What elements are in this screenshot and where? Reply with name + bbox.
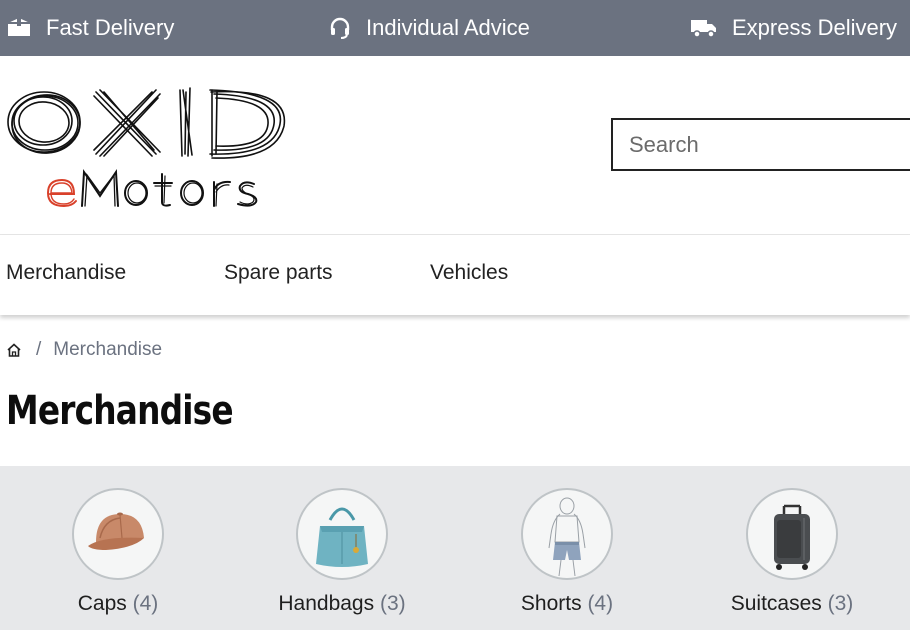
breadcrumb: / Merchandise: [6, 338, 162, 362]
site-logo[interactable]: [4, 80, 294, 210]
nav-item-vehicles[interactable]: Vehicles: [430, 261, 508, 285]
category-image[interactable]: [296, 488, 388, 580]
category-name: Shorts: [520, 592, 582, 615]
category-handbags[interactable]: Handbags (3): [226, 466, 451, 630]
page-title: Merchandise: [6, 388, 234, 434]
handbag-image: [316, 507, 368, 567]
category-image[interactable]: [746, 488, 838, 580]
search-input[interactable]: [613, 120, 910, 169]
category-name: Handbags: [278, 592, 375, 615]
category-count: (4): [587, 592, 614, 615]
category-name: Caps: [77, 592, 127, 615]
category-label[interactable]: Caps (4): [2, 592, 234, 616]
truck-icon: [691, 20, 716, 38]
feature-label: Fast Delivery: [46, 15, 175, 40]
box-icon: [8, 18, 30, 36]
category-label[interactable]: Suitcases (3): [676, 592, 908, 616]
category-strip: Caps (4) Handbags (3) Shorts (4) Suitcas…: [0, 466, 910, 630]
category-label[interactable]: Handbags (3): [226, 592, 458, 616]
category-caps[interactable]: Caps (4): [2, 466, 227, 630]
category-count: (3): [379, 592, 406, 615]
category-shorts[interactable]: Shorts (4): [451, 466, 676, 630]
home-icon[interactable]: [6, 342, 22, 358]
feature-label: Individual Advice: [366, 15, 530, 40]
category-suitcases[interactable]: Suitcases (3): [676, 466, 901, 630]
headset-icon: [330, 17, 350, 39]
breadcrumb-separator: /: [36, 339, 42, 360]
suitcase-image: [774, 504, 810, 570]
shorts-image: [548, 497, 586, 577]
category-image[interactable]: [72, 488, 164, 580]
feature-fast-delivery: Fast Delivery: [6, 0, 174, 56]
category-image[interactable]: [521, 488, 613, 580]
nav-item-merchandise[interactable]: Merchandise: [6, 261, 126, 285]
nav-item-spare-parts[interactable]: Spare parts: [224, 261, 333, 285]
breadcrumb-current: Merchandise: [53, 339, 163, 360]
category-name: Suitcases: [730, 592, 822, 615]
feature-express-delivery: Express Delivery: [690, 0, 897, 56]
feature-label: Express Delivery: [732, 15, 898, 40]
top-info-bar: Fast Delivery Individual Advice Express …: [0, 0, 910, 56]
search-box[interactable]: [611, 118, 910, 171]
cap-image: [88, 512, 144, 550]
category-count: (3): [827, 592, 854, 615]
category-count: (4): [132, 592, 159, 615]
feature-individual-advice: Individual Advice: [328, 0, 530, 56]
category-label[interactable]: Shorts (4): [451, 592, 683, 616]
main-nav: Merchandise Spare parts Vehicles: [0, 235, 910, 315]
